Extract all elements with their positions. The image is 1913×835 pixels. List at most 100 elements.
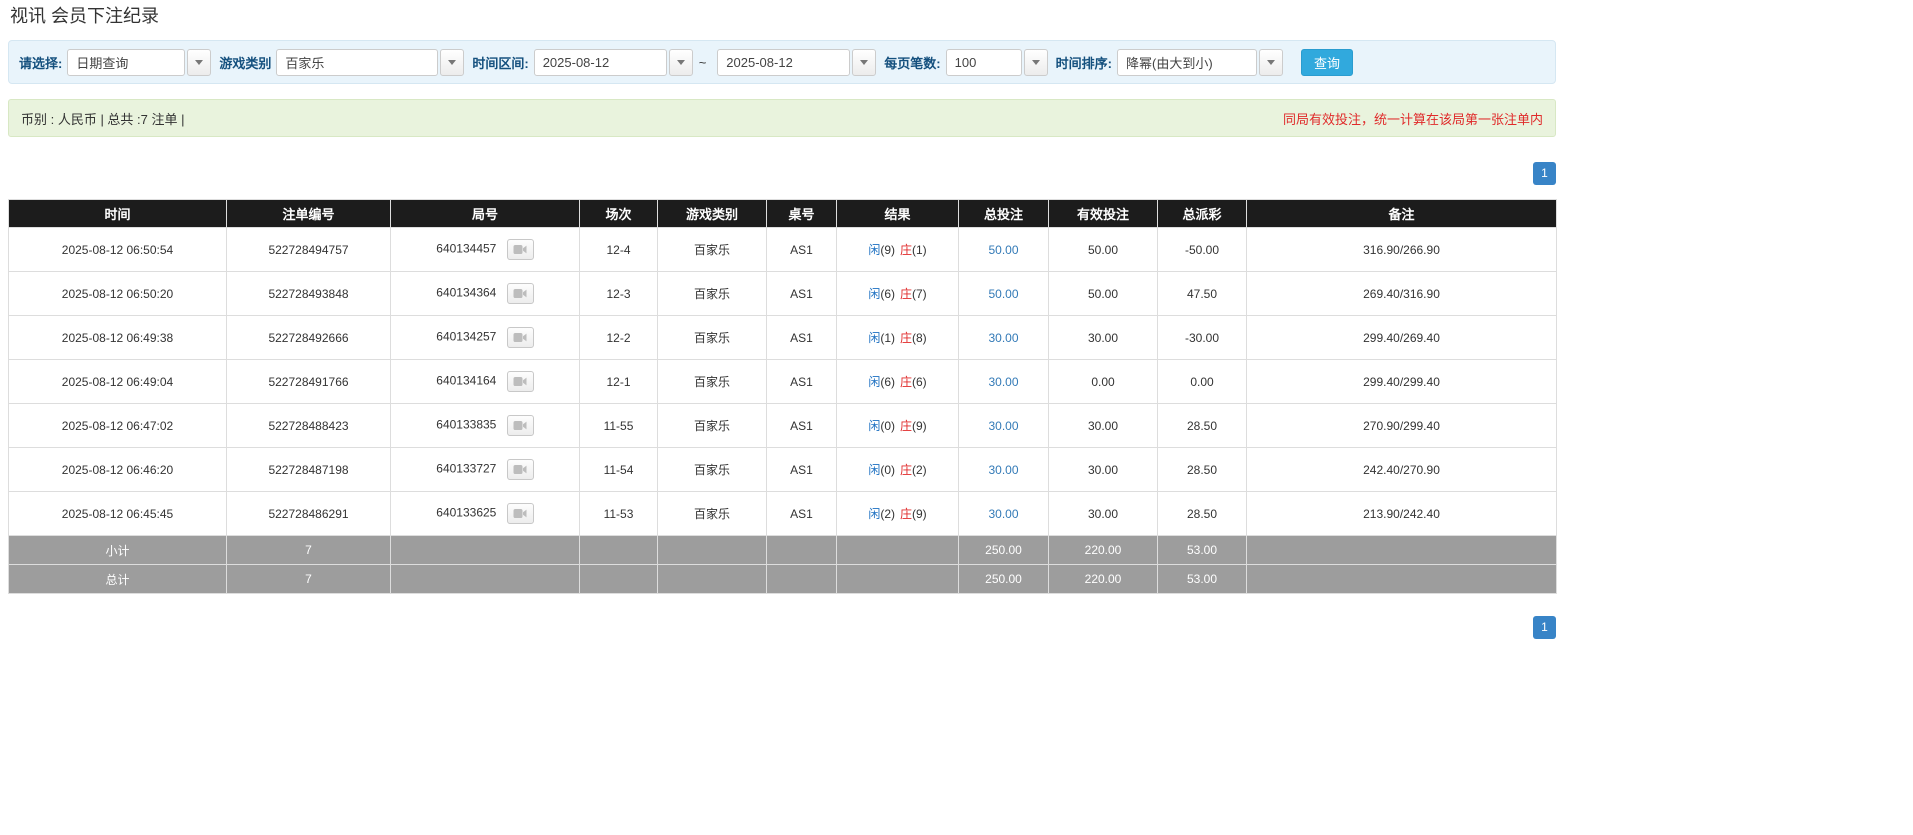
cell-valid-bet: 30.00 [1049,316,1158,360]
table-row: 2025-08-12 06:49:38 522728492666 6401342… [9,316,1557,360]
cell-game: 百家乐 [658,228,767,272]
video-replay-button[interactable] [507,327,534,348]
cell-note: 242.40/270.90 [1247,448,1557,492]
cell-time: 2025-08-12 06:50:54 [9,228,227,272]
cell-result: 闲(1)庄(8) [837,316,959,360]
cell-total-bet: 50.00 [959,228,1049,272]
cell-total-bet: 30.00 [959,448,1049,492]
round-number: 640134257 [436,330,496,344]
result-player-label: 闲 [868,243,880,257]
query-type-input[interactable] [67,49,185,76]
total-bet-link[interactable]: 30.00 [988,331,1018,345]
cell-result: 闲(0)庄(2) [837,448,959,492]
table-header: 时间 注单编号 局号 场次 游戏类别 桌号 结果 总投注 有效投注 总派彩 备注 [9,200,1557,228]
cell-payout: 28.50 [1158,448,1247,492]
pagination-page-1[interactable]: 1 [1533,162,1556,185]
cell-table-no: AS1 [767,492,837,536]
records-table: 时间 注单编号 局号 场次 游戏类别 桌号 结果 总投注 有效投注 总派彩 备注… [8,199,1557,594]
video-replay-button[interactable] [507,503,534,524]
cell-session: 12-1 [580,360,658,404]
cell-round-id: 640133727 [391,448,580,492]
cell-session: 12-4 [580,228,658,272]
date-range-separator: ~ [699,55,707,70]
subtotal-row: 小计 7 250.00 220.00 53.00 [9,536,1557,565]
total-bet-link[interactable]: 30.00 [988,507,1018,521]
total-valid-bet: 220.00 [1049,565,1158,594]
cell-total-bet: 30.00 [959,404,1049,448]
table-row: 2025-08-12 06:47:02 522728488423 6401338… [9,404,1557,448]
date-from-dropdown-button[interactable] [669,49,693,76]
table-body: 2025-08-12 06:50:54 522728494757 6401344… [9,228,1557,536]
result-banker-score: (6) [912,375,927,389]
per-page-group: 每页笔数: [884,49,1047,76]
result-player-score: (6) [880,375,895,389]
total-bet-link[interactable]: 30.00 [988,375,1018,389]
cell-valid-bet: 50.00 [1049,272,1158,316]
total-bet-link[interactable]: 50.00 [988,243,1018,257]
video-replay-button[interactable] [507,459,534,480]
query-type-combobox [67,49,211,76]
cell-result: 闲(6)庄(7) [837,272,959,316]
result-banker-score: (9) [912,507,927,521]
cell-session: 11-55 [580,404,658,448]
time-sort-input[interactable] [1117,49,1257,76]
game-type-dropdown-button[interactable] [440,49,464,76]
subtotal-total-bet: 250.00 [959,536,1049,565]
total-bet-link[interactable]: 30.00 [988,419,1018,433]
per-page-combobox [946,49,1048,76]
game-type-input[interactable] [276,49,438,76]
video-replay-button[interactable] [507,371,534,392]
date-to-dropdown-button[interactable] [852,49,876,76]
pagination-bottom: 1 [8,616,1556,669]
game-type-group: 游戏类别 [219,49,464,76]
col-header-table-no: 桌号 [767,200,837,228]
video-replay-button[interactable] [507,415,534,436]
col-header-total-bet: 总投注 [959,200,1049,228]
date-to-input[interactable] [717,49,850,76]
cell-game: 百家乐 [658,360,767,404]
cell-table-no: AS1 [767,360,837,404]
result-player-score: (1) [880,331,895,345]
query-type-dropdown-button[interactable] [187,49,211,76]
video-replay-button[interactable] [507,283,534,304]
table-row: 2025-08-12 06:49:04 522728491766 6401341… [9,360,1557,404]
cell-time: 2025-08-12 06:47:02 [9,404,227,448]
search-button[interactable]: 查询 [1301,49,1353,76]
cell-bet-id: 522728493848 [227,272,391,316]
result-player-label: 闲 [868,375,880,389]
chevron-down-icon [677,60,685,65]
video-camera-icon [513,288,527,299]
total-total-bet: 250.00 [959,565,1049,594]
cell-note: 269.40/316.90 [1247,272,1557,316]
cell-bet-id: 522728494757 [227,228,391,272]
cell-game: 百家乐 [658,272,767,316]
col-header-session: 场次 [580,200,658,228]
per-page-dropdown-button[interactable] [1024,49,1048,76]
pagination-page-1[interactable]: 1 [1533,616,1556,639]
pagination-top: 1 [8,162,1556,185]
col-header-payout: 总派彩 [1158,200,1247,228]
round-number: 640133625 [436,506,496,520]
time-sort-label: 时间排序: [1056,53,1112,72]
time-sort-group: 时间排序: [1056,49,1283,76]
result-player-label: 闲 [868,507,880,521]
cell-bet-id: 522728487198 [227,448,391,492]
cell-payout: 0.00 [1158,360,1247,404]
total-bet-link[interactable]: 30.00 [988,463,1018,477]
chevron-down-icon [860,60,868,65]
table-row: 2025-08-12 06:45:45 522728486291 6401336… [9,492,1557,536]
cell-result: 闲(0)庄(9) [837,404,959,448]
cell-round-id: 640134364 [391,272,580,316]
total-bet-link[interactable]: 50.00 [988,287,1018,301]
video-replay-button[interactable] [507,239,534,260]
result-banker-score: (7) [912,287,927,301]
per-page-input[interactable] [946,49,1022,76]
date-range-label: 时间区间: [472,53,528,72]
cell-bet-id: 522728486291 [227,492,391,536]
result-banker-score: (1) [912,243,927,257]
result-player-label: 闲 [868,463,880,477]
time-sort-dropdown-button[interactable] [1259,49,1283,76]
date-from-input[interactable] [534,49,667,76]
query-type-group: 请选择: [19,49,211,76]
game-type-label: 游戏类别 [219,53,271,72]
